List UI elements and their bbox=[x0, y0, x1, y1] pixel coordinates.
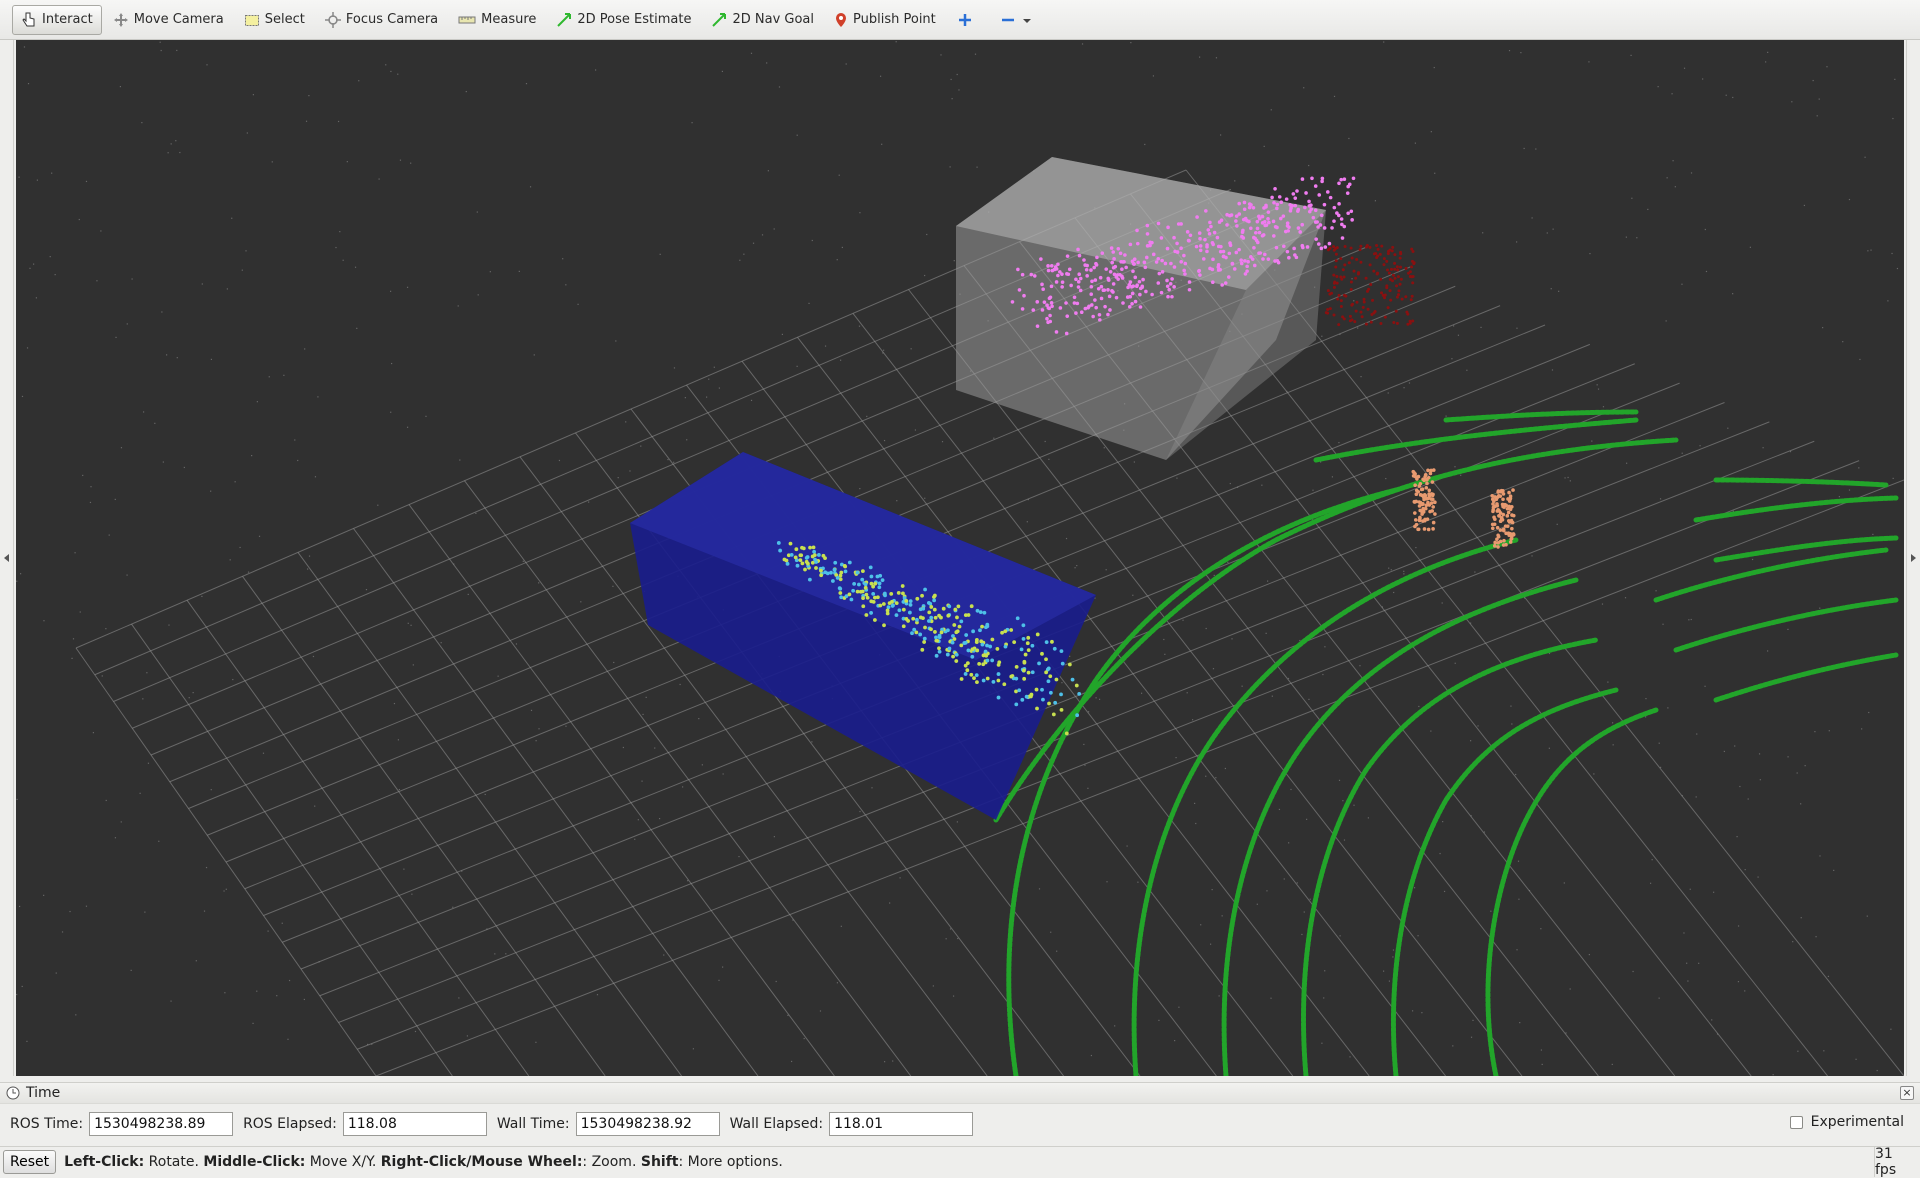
hint-part: Right-Click/Mouse Wheel: bbox=[381, 1154, 583, 1170]
interact-label: Interact bbox=[42, 12, 93, 27]
select-button[interactable]: Select bbox=[235, 5, 314, 35]
orange-person-clusters bbox=[1411, 468, 1515, 548]
focus-camera-button[interactable]: Focus Camera bbox=[316, 5, 447, 35]
measure-label: Measure bbox=[481, 12, 536, 27]
scene-svg bbox=[16, 40, 1904, 1076]
3d-viewport[interactable] bbox=[16, 40, 1904, 1076]
hint-part: Middle-Click: bbox=[203, 1154, 305, 1170]
ros-elapsed-label: ROS Elapsed: bbox=[243, 1116, 337, 1132]
clock-icon bbox=[6, 1086, 20, 1100]
arrow-left-icon bbox=[4, 554, 9, 562]
reset-button[interactable]: Reset bbox=[3, 1150, 56, 1174]
wall-time-label: Wall Time: bbox=[497, 1116, 570, 1132]
green-arrow-icon bbox=[556, 12, 572, 28]
ros-time-field[interactable] bbox=[89, 1112, 233, 1136]
blue-bounding-box bbox=[630, 452, 1096, 820]
time-panel-title: Time bbox=[26, 1085, 60, 1101]
2d-nav-goal-label: 2D Nav Goal bbox=[732, 12, 814, 27]
render-panel bbox=[0, 40, 1920, 1076]
ros-time-label: ROS Time: bbox=[10, 1116, 83, 1132]
plus-icon bbox=[958, 13, 972, 27]
2d-pose-estimate-label: 2D Pose Estimate bbox=[577, 12, 691, 27]
measure-button[interactable]: Measure bbox=[449, 5, 545, 35]
hint-part: Shift bbox=[641, 1154, 679, 1170]
mouse-hint-text: Left-Click: Rotate. Middle-Click: Move X… bbox=[64, 1154, 783, 1170]
ros-elapsed-field[interactable] bbox=[343, 1112, 487, 1136]
move-camera-button[interactable]: Move Camera bbox=[104, 5, 233, 35]
hint-part: Move X/Y. bbox=[305, 1154, 380, 1170]
chevron-down-icon bbox=[1022, 16, 1032, 24]
hand-pointer-icon bbox=[21, 12, 37, 28]
close-icon[interactable]: × bbox=[1900, 1086, 1914, 1100]
time-panel: Time × ROS Time: ROS Elapsed: Wall Time:… bbox=[0, 1082, 1920, 1146]
red-point-cluster bbox=[1325, 244, 1416, 326]
experimental-label: Experimental bbox=[1811, 1114, 1904, 1130]
hint-part: Rotate. bbox=[144, 1154, 203, 1170]
2d-nav-goal-button[interactable]: 2D Nav Goal bbox=[702, 5, 823, 35]
ruler-icon bbox=[458, 12, 476, 28]
experimental-toggle[interactable]: Experimental bbox=[1790, 1114, 1904, 1130]
focus-camera-label: Focus Camera bbox=[346, 12, 438, 27]
add-tool-button[interactable] bbox=[947, 5, 988, 35]
right-dock-toggle[interactable] bbox=[1906, 40, 1920, 1076]
wall-elapsed-label: Wall Elapsed: bbox=[730, 1116, 823, 1132]
move-arrows-icon bbox=[113, 12, 129, 28]
time-panel-header: Time × bbox=[0, 1082, 1920, 1104]
wall-time-field[interactable] bbox=[576, 1112, 720, 1136]
hint-part: : Zoom. bbox=[582, 1154, 640, 1170]
left-dock-toggle[interactable] bbox=[0, 40, 14, 1076]
laser-scan-rings bbox=[996, 412, 1896, 1076]
crosshair-icon bbox=[325, 12, 341, 28]
fps-readout: 31 fps bbox=[1874, 1147, 1920, 1177]
move-camera-label: Move Camera bbox=[134, 12, 224, 27]
map-pin-icon bbox=[834, 12, 848, 28]
tool-bar: Interact Move Camera Select Focus Camera… bbox=[0, 0, 1920, 40]
remove-tool-menu[interactable] bbox=[990, 5, 1048, 35]
select-rect-icon bbox=[244, 12, 260, 28]
publish-point-label: Publish Point bbox=[853, 12, 936, 27]
interact-tool-button[interactable]: Interact bbox=[12, 5, 102, 35]
select-label: Select bbox=[265, 12, 305, 27]
hint-part: : More options. bbox=[679, 1154, 783, 1170]
publish-point-button[interactable]: Publish Point bbox=[825, 5, 945, 35]
2d-pose-estimate-button[interactable]: 2D Pose Estimate bbox=[547, 5, 700, 35]
wall-elapsed-field[interactable] bbox=[829, 1112, 973, 1136]
arrow-right-icon bbox=[1911, 554, 1916, 562]
hint-part: Left-Click: bbox=[64, 1154, 144, 1170]
minus-icon bbox=[1001, 13, 1015, 27]
green-arrow-icon bbox=[711, 12, 727, 28]
time-fields-row: ROS Time: ROS Elapsed: Wall Time: Wall E… bbox=[0, 1104, 1920, 1144]
experimental-checkbox[interactable] bbox=[1790, 1116, 1803, 1129]
status-bar: Reset Left-Click: Rotate. Middle-Click: … bbox=[0, 1146, 1920, 1176]
